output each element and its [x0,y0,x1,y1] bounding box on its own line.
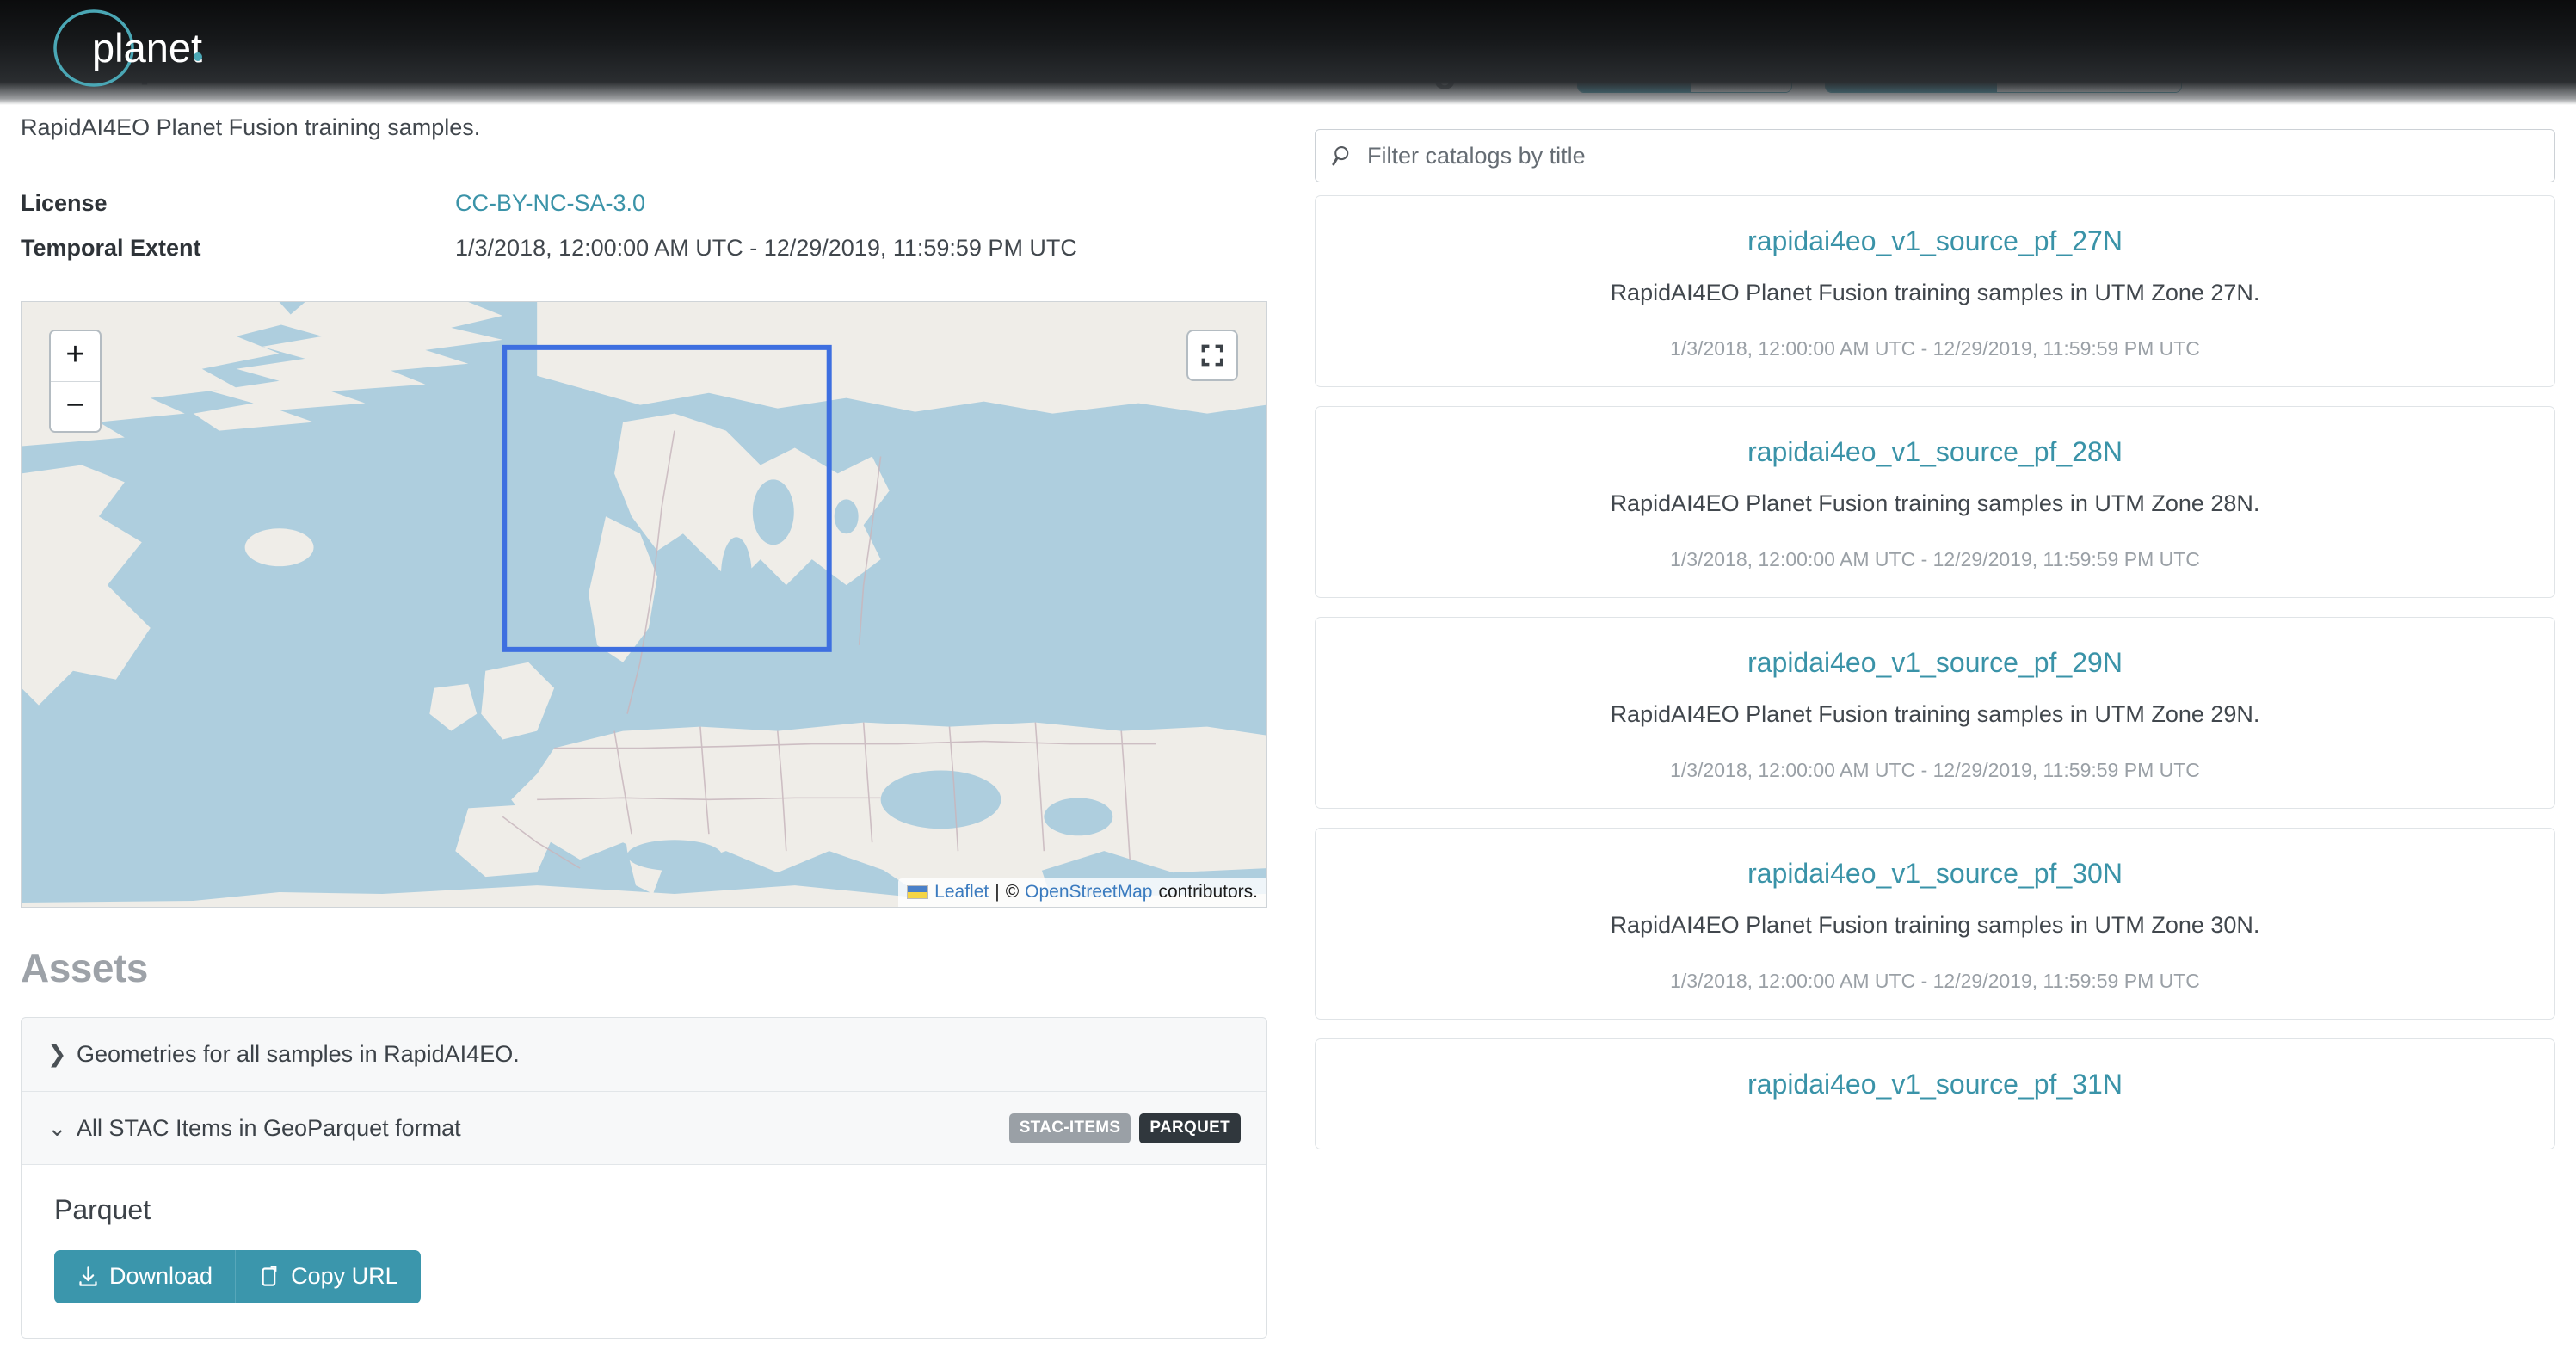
asset-actions: Download Copy URL [54,1250,421,1303]
catalog-title-link[interactable]: rapidai4eo_v1_source_pf_28N [1341,436,2529,468]
license-link[interactable]: CC-BY-NC-SA-3.0 [455,190,645,216]
search-input[interactable] [1367,142,2539,169]
catalog-title-link[interactable]: rapidai4eo_v1_source_pf_31N [1341,1069,2529,1100]
map-attribution: Leaflet | © OpenStreetMap contributors. [898,878,1266,907]
fullscreen-icon [1201,344,1223,367]
list-item[interactable]: rapidai4eo_v1_source_pf_30N RapidAI4EO P… [1315,828,2555,1020]
tab-list[interactable]: List [1690,42,1792,92]
asset-detail-panel: Parquet Download Copy URL [22,1164,1266,1338]
list-item[interactable]: rapidai4eo_v1_source_pf_28N RapidAI4EO P… [1315,406,2555,598]
copy-url-button[interactable]: Copy URL [235,1250,421,1303]
status-badge-parquet: PARQUET [1139,1112,1241,1143]
status-badge-stac-items: STAC-ITEMS [1008,1112,1131,1143]
asset-label: All STAC Items in GeoParquet format [77,1114,461,1141]
license-value: CC-BY-NC-SA-3.0 [455,182,645,224]
catalog-title-link[interactable]: rapidai4eo_v1_source_pf_27N [1341,225,2529,257]
fullscreen-button[interactable] [1186,330,1238,381]
assets-heading: Assets [21,946,148,990]
download-button-label: Download [109,1263,213,1289]
list-icon [1710,59,1729,74]
list-item[interactable]: rapidai4eo_v1_source_pf_31N [1315,1038,2555,1149]
catalogs-heading: Catalogs [1315,45,1479,89]
search-icon [1332,146,1349,166]
sort-ascending-label: Ascending [1875,53,1980,79]
asset-detail-title: Parquet [54,1194,151,1225]
planet-logo[interactable]: planet [40,9,230,91]
sort-az-down-icon: A Z [1844,56,1861,78]
tab-tiles[interactable]: Tiles [1577,42,1691,92]
metadata-table: License CC-BY-NC-SA-3.0 Temporal Extent … [21,182,1268,272]
metadata-row-temporal: Temporal Extent 1/3/2018, 12:00:00 AM UT… [21,227,1268,268]
description-body: RapidAI4EO Planet Fusion training sample… [21,114,481,140]
catalog-date-range: 1/3/2018, 12:00:00 AM UTC - 12/29/2019, … [1670,548,2200,570]
catalogs-count-badge: 12 [1497,52,1544,83]
svg-text:Z: Z [1854,68,1860,78]
sort-descending-label: Descending [2045,53,2164,79]
sort-descending-button[interactable]: A Z Descending [1996,42,2181,92]
assets-accordion: ❯ Geometries for all samples in RapidAI4… [21,1017,1267,1339]
catalog-description: RapidAI4EO Planet Fusion training sample… [1610,912,2260,938]
copyright-symbol: © [1005,882,1020,902]
stac-browser-page: Description RapidAI4EO Planet Fusion tra… [0,0,2576,1368]
asset-row-stac-items[interactable]: ⌄ All STAC Items in GeoParquet format ST… [22,1091,1266,1164]
catalog-description: RapidAI4EO Planet Fusion training sample… [1610,490,2260,516]
zoom-in-button[interactable]: + [51,331,100,381]
tab-tiles-label: Tiles [1626,53,1673,79]
metadata-row-license: License CC-BY-NC-SA-3.0 [21,182,1268,224]
leaflet-link[interactable]: Leaflet [934,882,989,903]
planet-logo-icon: planet [53,9,202,87]
bbox-overlay [502,344,832,652]
view-mode-toggle: Tiles List [1576,41,1793,93]
zoom-out-button[interactable]: − [51,381,100,431]
list-item[interactable]: rapidai4eo_v1_source_pf_29N RapidAI4EO P… [1315,617,2555,809]
catalog-date-range: 1/3/2018, 12:00:00 AM UTC - 12/29/2019, … [1670,759,2200,781]
download-button[interactable]: Download [54,1250,236,1303]
catalog-date-range: 1/3/2018, 12:00:00 AM UTC - 12/29/2019, … [1670,337,2200,360]
sort-az-up-icon: A Z [2014,56,2032,78]
temporal-extent-value: 1/3/2018, 12:00:00 AM UTC - 12/29/2019, … [455,235,1077,261]
clipboard-icon [262,1266,277,1286]
catalog-card-list: rapidai4eo_v1_source_pf_27N RapidAI4EO P… [1315,195,2555,1168]
extent-map[interactable]: + − Leaflet | © OpenStreetMap contributo… [21,301,1267,908]
download-icon [79,1266,97,1286]
asset-row-geometries[interactable]: ❯ Geometries for all samples in RapidAI4… [22,1018,1266,1091]
left-column: Description RapidAI4EO Planet Fusion tra… [0,0,1291,1368]
catalog-description: RapidAI4EO Planet Fusion training sample… [1610,701,2260,727]
openstreetmap-link[interactable]: OpenStreetMap [1025,882,1152,903]
sort-ascending-button[interactable]: A Z Ascending [1826,42,1997,92]
asset-label: Geometries for all samples in RapidAI4EO… [77,1041,520,1067]
catalog-title-link[interactable]: rapidai4eo_v1_source_pf_30N [1341,858,2529,890]
tiles-grid-icon [1597,58,1616,76]
catalog-title-link[interactable]: rapidai4eo_v1_source_pf_29N [1341,647,2529,679]
svg-text:A: A [2025,57,2032,67]
copy-url-button-label: Copy URL [291,1263,398,1289]
list-item[interactable]: rapidai4eo_v1_source_pf_27N RapidAI4EO P… [1315,195,2555,387]
temporal-extent-label: Temporal Extent [21,235,201,261]
svg-text:planet: planet [92,25,202,71]
map-zoom-control[interactable]: + − [49,330,102,433]
chevron-down-icon: ⌄ [47,1114,67,1141]
svg-text:Z: Z [2025,68,2031,78]
tab-list-label: List [1739,53,1775,79]
catalog-filter[interactable] [1315,129,2555,182]
catalog-description: RapidAI4EO Planet Fusion training sample… [1610,280,2260,305]
asset-badges: STAC-ITEMS PARQUET [1008,1112,1241,1143]
contributors-text: contributors. [1158,882,1258,902]
svg-text:A: A [1854,57,1861,67]
ukraine-flag-icon [907,885,929,899]
license-label: License [21,190,108,216]
sort-order-toggle: A Z Ascending A Z Descending [1825,41,2182,93]
chevron-right-icon: ❯ [47,1041,67,1067]
attribution-separator: | [995,882,1000,902]
catalogs-header: Catalogs 12 Tiles List A Z Ascending A Z… [1315,41,2182,93]
catalog-date-range: 1/3/2018, 12:00:00 AM UTC - 12/29/2019, … [1670,970,2200,992]
